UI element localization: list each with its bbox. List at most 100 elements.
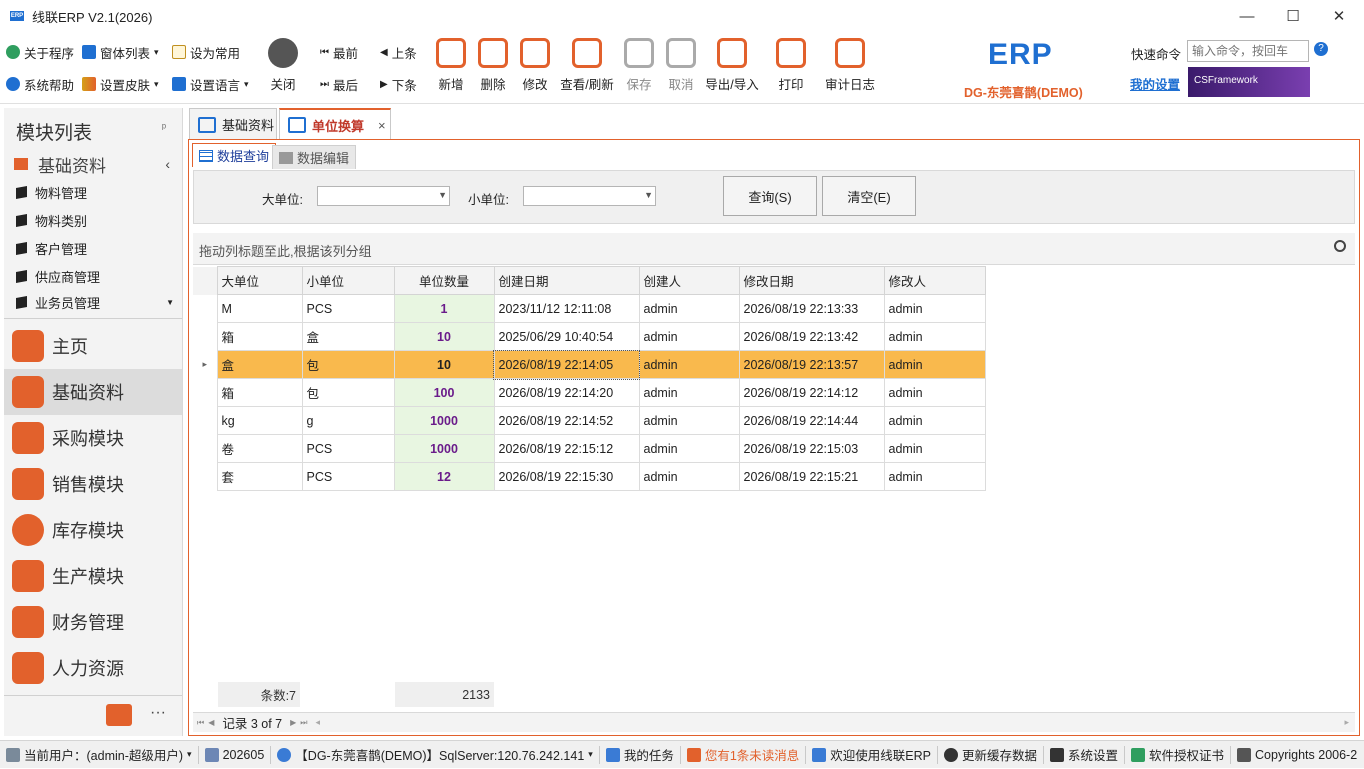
table-cell[interactable]: admin <box>638 406 740 435</box>
edit-button[interactable]: 修改 <box>512 36 558 93</box>
database-info[interactable]: 【DG-东莞喜鹊(DEMO)】SqlServer:120.76.242.141 ▾ <box>271 741 599 769</box>
audit-log-button[interactable]: 审计日志 <box>822 36 878 93</box>
delete-button[interactable]: 删除 <box>470 36 516 93</box>
row-indicator[interactable] <box>193 406 217 435</box>
module-sales[interactable]: 销售模块 <box>4 461 182 507</box>
sidebar-item[interactable]: 物料类别 <box>4 206 182 234</box>
tab-unit-conversion[interactable]: 单位换算 × <box>279 108 391 140</box>
prev-record-button[interactable]: ◀ 上条 <box>380 42 417 62</box>
cancel-button[interactable]: 取消 <box>658 36 704 93</box>
sidebar-section[interactable]: 基础资料 ‹ <box>4 150 182 178</box>
subtab-edit[interactable]: 数据编辑 <box>272 145 357 169</box>
table-cell[interactable]: 2026/08/19 22:15:21 <box>738 462 885 491</box>
row-indicator[interactable] <box>193 378 217 407</box>
table-cell[interactable]: admin <box>883 350 986 379</box>
row-indicator[interactable] <box>193 434 217 463</box>
sidebar-item[interactable]: 物料管理 <box>4 178 182 206</box>
table-cell[interactable]: 2026/08/19 22:13:57 <box>738 350 885 379</box>
row-indicator[interactable] <box>193 462 217 491</box>
refresh-cache-button[interactable]: 更新缓存数据 <box>938 741 1043 769</box>
my-settings-link[interactable]: 我的设置 <box>1130 74 1180 93</box>
table-cell[interactable]: M <box>216 294 303 323</box>
table-cell[interactable]: 2026/08/19 22:14:44 <box>738 406 885 435</box>
table-cell[interactable]: 卷 <box>216 434 303 463</box>
minimize-button[interactable]: — <box>1224 0 1270 32</box>
table-cell[interactable]: 包 <box>301 350 395 379</box>
table-cell[interactable]: 2026/08/19 22:14:12 <box>738 378 885 407</box>
row-indicator[interactable] <box>193 322 217 351</box>
table-cell[interactable]: 包 <box>301 378 395 407</box>
table-cell[interactable]: PCS <box>301 294 395 323</box>
module-hr[interactable]: 人力资源 <box>4 645 182 691</box>
current-user[interactable]: 当前用户：(admin-超级用户) ▾ <box>0 741 198 769</box>
table-cell[interactable]: 2026/08/19 22:13:33 <box>738 294 885 323</box>
save-button[interactable]: 保存 <box>616 36 662 93</box>
nav-prev-icon[interactable]: ◀ <box>208 718 218 727</box>
table-cell[interactable]: 盒 <box>301 322 395 351</box>
tab-basic-data[interactable]: 基础资料 <box>189 108 277 140</box>
sidebar-item[interactable]: 供应商管理 <box>4 262 182 290</box>
table-cell[interactable]: PCS <box>301 434 395 463</box>
clear-button[interactable]: 清空(E) <box>822 176 916 216</box>
table-cell[interactable]: 1000 <box>393 434 495 463</box>
table-cell[interactable]: admin <box>638 294 740 323</box>
table-cell[interactable]: 100 <box>393 378 495 407</box>
table-cell[interactable]: 2025/06/29 10:40:54 <box>493 322 640 351</box>
column-header[interactable]: 单位数量 <box>393 266 495 295</box>
module-finance[interactable]: 财务管理 <box>4 599 182 645</box>
scroll-right-icon[interactable]: ▸ <box>1344 717 1355 728</box>
module-basic-data[interactable]: 基础资料 <box>4 369 182 415</box>
view-refresh-button[interactable]: 查看/刷新 <box>558 36 616 93</box>
chevron-left-icon[interactable]: ‹ <box>165 156 170 172</box>
more-options-button[interactable]: ··· <box>150 704 166 722</box>
table-cell[interactable]: admin <box>638 462 740 491</box>
nav-next-icon[interactable]: ▶ <box>286 718 300 727</box>
table-cell[interactable]: 套 <box>216 462 303 491</box>
overflow-module-icon[interactable] <box>106 704 132 726</box>
export-import-button[interactable]: 导出/导入 <box>702 36 762 93</box>
table-cell[interactable]: admin <box>638 322 740 351</box>
language-button[interactable]: 设置语言 ▾ <box>172 74 249 94</box>
sidebar-item[interactable]: 业务员管理 ▼ <box>4 290 182 314</box>
nav-last-icon[interactable]: ⏭ <box>300 718 307 728</box>
module-purchase[interactable]: 采购模块 <box>4 415 182 461</box>
pin-icon[interactable]: ᵖ <box>162 108 166 150</box>
table-cell[interactable]: admin <box>638 350 740 379</box>
table-cell[interactable]: 2026/08/19 22:14:05 <box>493 349 640 380</box>
last-record-button[interactable]: ⏭ 最后 <box>320 74 358 94</box>
query-button[interactable]: 查询(S) <box>723 176 817 216</box>
table-cell[interactable]: 1 <box>393 294 495 323</box>
table-cell[interactable]: admin <box>638 378 740 407</box>
next-record-button[interactable]: ▶ 下条 <box>380 74 417 94</box>
table-cell[interactable]: 10 <box>393 322 495 351</box>
big-unit-select[interactable]: ▼ <box>317 186 450 206</box>
module-home[interactable]: 主页 <box>4 323 182 369</box>
period[interactable]: 202605 <box>199 741 271 769</box>
table-row[interactable]: ▸ 盒包 10 2026/08/19 22:14:05 admin 2026/08/19 … <box>193 349 986 380</box>
table-cell[interactable]: admin <box>883 378 986 407</box>
table-row[interactable]: 卷 PCS 1000 2026/08/19 22:15:12 admin 2026/08/… <box>193 434 986 463</box>
small-unit-select[interactable]: ▼ <box>523 186 656 206</box>
table-cell[interactable]: admin <box>883 434 986 463</box>
column-header[interactable]: 修改日期 <box>738 266 885 295</box>
table-cell[interactable]: 1000 <box>393 406 495 435</box>
first-record-button[interactable]: ⏮ 最前 <box>320 42 358 62</box>
table-cell[interactable]: PCS <box>301 462 395 491</box>
unread-messages[interactable]: 您有1条未读消息 <box>681 741 805 769</box>
table-cell[interactable]: 12 <box>393 462 495 491</box>
column-header[interactable]: 创建日期 <box>493 266 640 295</box>
nav-first-icon[interactable]: ⏮ <box>193 718 208 728</box>
system-settings-button[interactable]: 系统设置 <box>1044 741 1124 769</box>
table-cell[interactable]: 2026/08/19 22:14:20 <box>493 378 640 407</box>
column-header[interactable]: 创建人 <box>638 266 740 295</box>
scroll-left-icon[interactable]: ◂ <box>307 717 320 728</box>
table-cell[interactable]: 10 <box>393 350 495 379</box>
table-cell[interactable]: admin <box>883 322 986 351</box>
table-cell[interactable]: 盒 <box>216 350 303 379</box>
table-cell[interactable]: 2026/08/19 22:15:30 <box>493 462 640 491</box>
table-row[interactable]: 箱盒 10 2025/06/29 10:40:54 admin 2026/08/19 2… <box>193 322 986 351</box>
row-indicator[interactable]: ▸ <box>193 350 217 379</box>
table-cell[interactable]: admin <box>883 462 986 491</box>
module-production[interactable]: 生产模块 <box>4 553 182 599</box>
table-cell[interactable]: 2026/08/19 22:15:12 <box>493 434 640 463</box>
